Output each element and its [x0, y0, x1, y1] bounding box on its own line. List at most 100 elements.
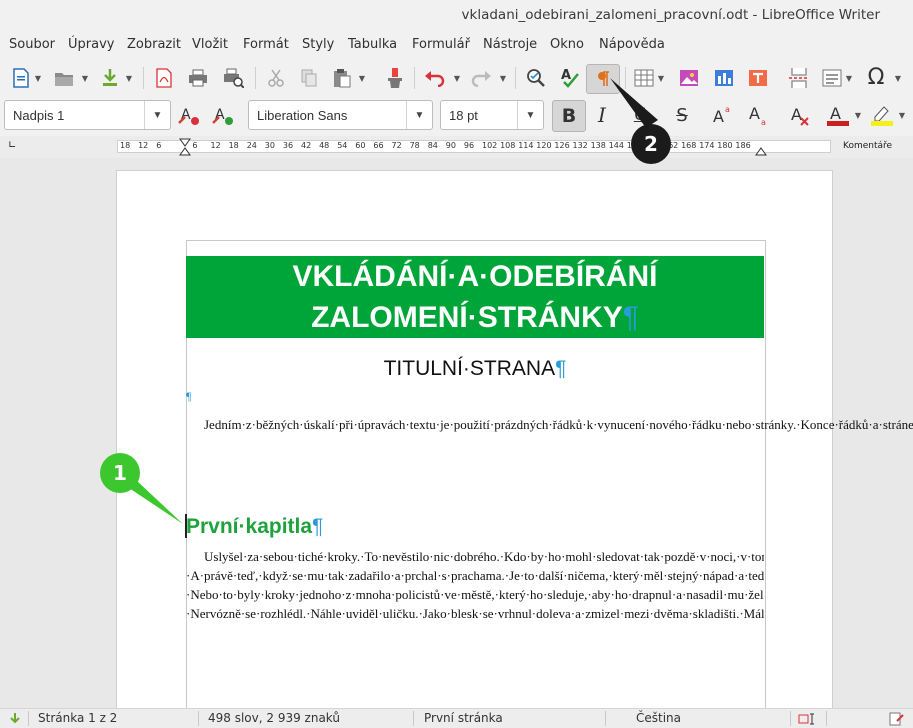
ruler-number: 66 — [373, 141, 384, 150]
undo-icon[interactable] — [423, 66, 447, 90]
highlight-button[interactable] — [870, 103, 894, 127]
menu-upravy[interactable]: Úpravy — [68, 37, 114, 52]
insert-field-icon[interactable] — [820, 66, 844, 90]
ruler-number: 84 — [427, 141, 438, 150]
print-preview-icon[interactable] — [221, 66, 245, 90]
clone-formatting-icon[interactable] — [383, 66, 407, 90]
font-name-value: Liberation Sans — [257, 107, 348, 123]
save-dropdown-icon[interactable]: ▼ — [124, 66, 134, 90]
font-color-button[interactable]: A — [826, 103, 850, 127]
intro-text: Jedním·z·běžných·úskalí·při·úpravách·tex… — [204, 417, 913, 432]
page-style[interactable]: První stránka — [424, 711, 503, 725]
standard-toolbar: ▼ ▼ ▼ ▼ ▼ ▼ A ▼ ▼ Ω ▼ — [0, 58, 913, 98]
svg-text:A: A — [749, 104, 760, 123]
right-indent-marker-icon[interactable] — [754, 138, 768, 156]
paragraph-style-combo[interactable]: Nadpis 1 ▼ — [4, 100, 171, 130]
page-count[interactable]: Stránka 1 z 2 — [38, 711, 117, 725]
chapter-paragraph[interactable]: Uslyšel·za·sebou·tiché·kroky.·To·nevěsti… — [186, 547, 764, 707]
bold-button[interactable]: B — [552, 100, 586, 132]
clear-formatting-button[interactable]: A — [788, 103, 812, 127]
comments-label[interactable]: Komentáře — [843, 141, 892, 151]
highlight-icon — [871, 106, 893, 126]
special-character-dropdown-icon[interactable]: ▼ — [893, 66, 903, 90]
save-icon[interactable] — [98, 66, 122, 90]
chapter-heading[interactable]: První·kapitla¶ — [186, 515, 323, 539]
menu-bar: Soubor Úpravy Zobrazit Vložit Formát Sty… — [0, 31, 913, 58]
chevron-down-icon[interactable]: ▼ — [517, 101, 543, 129]
empty-paragraph-mark: ¶ — [186, 389, 192, 403]
update-style-icon[interactable]: A — [177, 103, 201, 127]
chevron-down-icon[interactable]: ▼ — [144, 101, 170, 129]
title-line-2: ZALOMENÍ·STRÁNKY — [311, 301, 623, 334]
open-folder-icon[interactable] — [52, 66, 76, 90]
paste-icon[interactable] — [330, 66, 354, 90]
menu-nastroje[interactable]: Nástroje — [483, 37, 537, 52]
document-modified-icon[interactable] — [888, 712, 906, 726]
undo-dropdown-icon[interactable]: ▼ — [452, 66, 462, 90]
menu-formular[interactable]: Formulář — [412, 37, 470, 52]
title-line-1: VKLÁDÁNÍ·A·ODEBÍRÁNÍ — [292, 260, 658, 293]
superscript-button[interactable]: Aa — [710, 103, 734, 127]
superscript-icon: Aa — [713, 105, 730, 126]
highlight-dropdown-icon[interactable]: ▼ — [897, 103, 907, 127]
ruler-number: 132 — [572, 141, 588, 150]
svg-text:A: A — [561, 68, 571, 83]
tab-stop-icon[interactable]: ∟ — [8, 140, 16, 151]
menu-napoveda[interactable]: Nápověda — [599, 37, 665, 52]
insert-image-icon[interactable] — [677, 66, 701, 90]
insert-mode-icon[interactable] — [798, 713, 818, 725]
copy-icon[interactable] — [297, 66, 321, 90]
word-count[interactable]: 498 slov, 2 939 znaků — [208, 711, 340, 725]
special-character-icon[interactable]: Ω — [864, 65, 888, 90]
spelling-icon[interactable]: A — [558, 66, 582, 90]
ruler-number: 180 — [717, 141, 733, 150]
horizontal-ruler[interactable]: ∟ 18 12 6 6 12 18 24 30 36 42 48 54 60 66 72 78 84 90 96 10… — [0, 136, 913, 158]
subscript-button[interactable]: Aa — [746, 103, 770, 127]
strikethrough-button[interactable]: S — [670, 103, 694, 127]
menu-soubor[interactable]: Soubor — [9, 37, 55, 52]
menu-styly[interactable]: Styly — [302, 37, 334, 52]
menu-vlozit[interactable]: Vložit — [192, 37, 228, 52]
language[interactable]: Čeština — [636, 711, 681, 725]
new-style-icon[interactable]: A — [211, 103, 235, 127]
insert-page-break-icon[interactable] — [787, 66, 811, 90]
ruler-number: 168 — [681, 141, 697, 150]
redo-icon[interactable] — [469, 66, 493, 90]
insert-chart-icon[interactable] — [712, 66, 736, 90]
ruler-number: 12 — [138, 141, 149, 150]
subscript-icon: Aa — [749, 104, 766, 127]
pilcrow-mark: ¶ — [312, 515, 324, 538]
menu-okno[interactable]: Okno — [550, 37, 584, 52]
document-area[interactable]: VKLÁDÁNÍ·A·ODEBÍRÁNÍ ZALOMENÍ·STRÁNKY¶ T… — [0, 158, 913, 708]
font-color-dropdown-icon[interactable]: ▼ — [853, 103, 863, 127]
svg-text:a: a — [725, 105, 730, 114]
menu-tabulka[interactable]: Tabulka — [348, 37, 397, 52]
subtitle-text[interactable]: TITULNÍ·STRANA¶ — [186, 357, 764, 381]
font-size-combo[interactable]: 18 pt ▼ — [440, 100, 544, 130]
field-dropdown-icon[interactable]: ▼ — [844, 66, 854, 90]
pilcrow-mark: ¶ — [555, 357, 567, 380]
callout-number-2: 2 — [644, 132, 658, 156]
cut-icon[interactable] — [264, 66, 288, 90]
bold-icon: B — [561, 105, 577, 127]
callout-badge-2: 2 — [631, 124, 671, 164]
indent-marker-icon[interactable] — [178, 138, 192, 156]
chevron-down-icon[interactable]: ▼ — [406, 101, 432, 129]
ruler-number: 72 — [391, 141, 402, 150]
callout-badge-1: 1 — [100, 453, 140, 493]
paste-dropdown-icon[interactable]: ▼ — [357, 66, 367, 90]
new-document-icon[interactable] — [9, 66, 33, 90]
export-pdf-icon[interactable] — [152, 66, 176, 90]
intro-paragraph[interactable]: Jedním·z·běžných·úskalí·při·úpravách·tex… — [186, 415, 913, 434]
menu-format[interactable]: Formát — [243, 37, 289, 52]
find-replace-icon[interactable] — [524, 66, 548, 90]
open-dropdown-icon[interactable]: ▼ — [80, 66, 90, 90]
menu-zobrazit[interactable]: Zobrazit — [127, 37, 181, 52]
insert-textbox-icon[interactable] — [746, 66, 770, 90]
print-icon[interactable] — [186, 66, 210, 90]
new-dropdown-icon[interactable]: ▼ — [33, 66, 43, 90]
title-bar: vkladani_odebirani_zalomeni_pracovní.odt… — [0, 0, 913, 31]
redo-dropdown-icon[interactable]: ▼ — [498, 66, 508, 90]
document-title-banner[interactable]: VKLÁDÁNÍ·A·ODEBÍRÁNÍ ZALOMENÍ·STRÁNKY¶ — [186, 256, 764, 338]
font-name-combo[interactable]: Liberation Sans ▼ — [248, 100, 433, 130]
